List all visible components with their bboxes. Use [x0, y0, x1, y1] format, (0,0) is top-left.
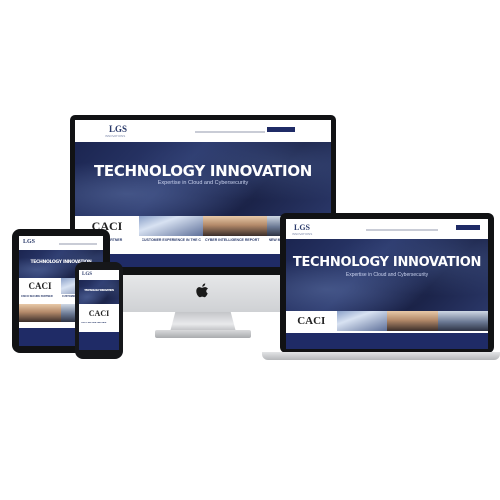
hero-banner: TECHNOLOGY INNOVATION Expertise in Cloud… — [286, 239, 488, 311]
site-logo[interactable]: LGS — [294, 223, 310, 232]
site-header: LGS INNOVATIONS — [75, 120, 331, 142]
phone-screen: LGS TECHNOLOGY INNOVATION CACI CISCO SEC… — [79, 270, 119, 350]
site-header: LGS INNOVATIONS — [286, 219, 488, 239]
nav-menu[interactable] — [59, 243, 97, 245]
footer-band — [79, 332, 119, 350]
nav-cta-button[interactable] — [267, 127, 295, 132]
nav-cta-button[interactable] — [456, 225, 480, 230]
site-logo-subtitle: INNOVATIONS — [292, 232, 313, 236]
hero-banner: TECHNOLOGY INNOVATION — [79, 280, 119, 304]
hero-subtitle: Expertise in Cloud and Cybersecurity — [157, 180, 249, 186]
site-logo-subtitle: INNOVATIONS — [105, 134, 126, 138]
nav-menu[interactable] — [366, 229, 438, 231]
thumbnail-image[interactable] — [139, 216, 203, 236]
site-logo[interactable]: LGS — [23, 239, 35, 245]
caption[interactable]: CUSTOMER EXPERIENCE IN THE CLOUD — [142, 238, 202, 246]
monitor-stand-neck — [170, 312, 236, 332]
hero-subtitle: Expertise in Cloud and Cybersecurity — [345, 272, 429, 278]
thumbnail-image[interactable] — [336, 311, 387, 331]
thumbnail-captions: CISCO SECURE PARTNER — [79, 322, 119, 328]
laptop-base — [262, 352, 500, 360]
site-header: LGS — [19, 236, 103, 250]
site-logo[interactable]: LGS — [82, 272, 92, 277]
footer-band — [286, 333, 488, 349]
thumbnail-image[interactable] — [387, 311, 438, 331]
feature-thumbnails: CACI — [79, 306, 119, 320]
thumbnail-caci[interactable]: CACI — [286, 311, 337, 331]
site-logo[interactable]: LGS — [109, 124, 127, 134]
feature-thumbnails: CACI — [286, 311, 488, 331]
thumbnail-caci[interactable]: CACI — [79, 306, 119, 320]
caption[interactable]: CYBER INTELLIGENCE REPORT — [205, 238, 265, 246]
thumbnail-image[interactable] — [437, 311, 488, 331]
thumbnail-image[interactable] — [19, 304, 61, 322]
hero-title: TECHNOLOGY INNOVATION — [93, 162, 313, 180]
laptop-screen: LGS INNOVATIONS TECHNOLOGY INNOVATION Ex… — [286, 219, 488, 349]
nav-menu[interactable] — [195, 131, 265, 133]
caption[interactable]: CISCO SECURE PARTNER — [21, 295, 60, 301]
thumbnail-image[interactable] — [203, 216, 267, 236]
monitor-stand-base — [155, 330, 251, 338]
caci-logo: CACI — [88, 308, 110, 318]
hero-title: TECHNOLOGY INNOVATION — [84, 289, 114, 292]
caption[interactable]: CISCO SECURE PARTNER — [81, 322, 117, 328]
thumbnail-caci[interactable]: CACI — [19, 278, 61, 294]
caci-logo: CACI — [28, 281, 52, 291]
hero-banner: TECHNOLOGY INNOVATION Expertise in Cloud… — [75, 142, 331, 216]
caci-logo: CACI — [297, 315, 326, 327]
apple-logo-icon — [196, 283, 208, 298]
hero-title: TECHNOLOGY INNOVATION — [292, 255, 482, 270]
site-header: LGS — [79, 270, 119, 280]
